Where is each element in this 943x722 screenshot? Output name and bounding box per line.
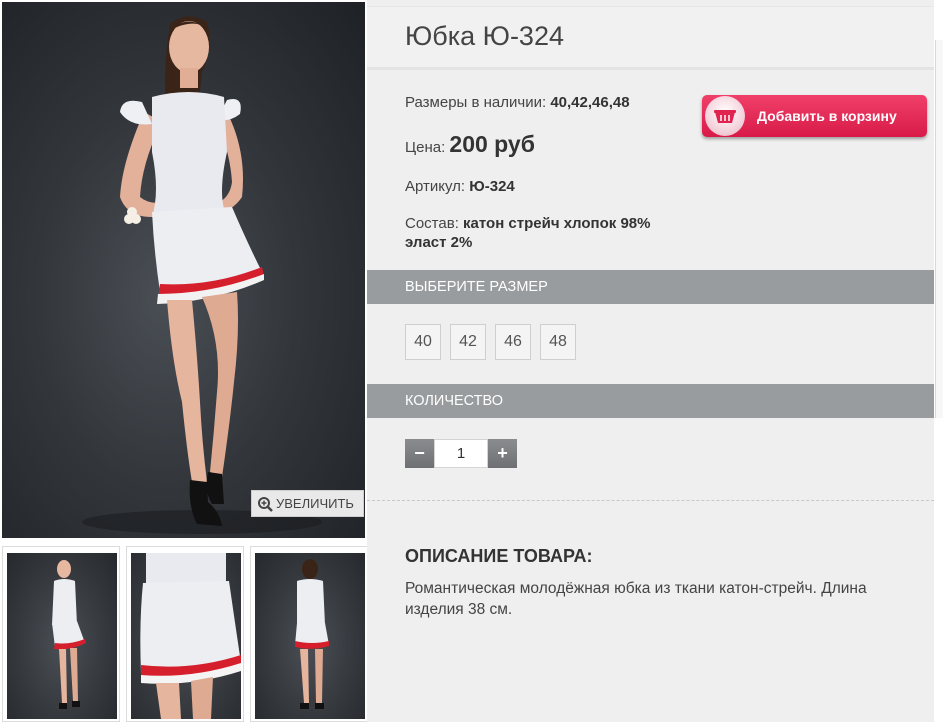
- price-label: Цена:: [405, 139, 446, 156]
- size-option-48[interactable]: 48: [540, 324, 576, 360]
- thumbnail-2-image: [140, 553, 241, 719]
- sku: Артикул: Ю-324: [405, 178, 515, 195]
- sizes-available: Размеры в наличии: 40,42,46,48: [405, 94, 630, 111]
- basket-icon: [705, 96, 745, 136]
- composition-label: Состав:: [405, 215, 459, 232]
- quantity-decrease-button[interactable]: −: [405, 439, 434, 468]
- thumbnail-strip: [2, 546, 368, 722]
- quantity-input[interactable]: [434, 439, 488, 468]
- product-info-panel: Юбка Ю-324 Размеры в наличии: 40,42,46,4…: [367, 0, 934, 722]
- sku-label: Артикул:: [405, 178, 466, 195]
- quantity-stepper: − +: [405, 439, 517, 468]
- size-option-46[interactable]: 46: [495, 324, 531, 360]
- size-option-40[interactable]: 40: [405, 324, 441, 360]
- main-product-photo[interactable]: УВЕЛИЧИТЬ: [2, 2, 365, 538]
- sizes-value: 40,42,46,48: [550, 94, 630, 111]
- add-to-cart-label: Добавить в корзину: [757, 108, 897, 124]
- composition-value-line2: эласт 2%: [405, 234, 473, 251]
- description-text: Романтическая молодёжная юбка из ткани к…: [405, 580, 867, 618]
- thumbnail-3-image: [295, 559, 329, 709]
- thumbnail-2[interactable]: [126, 546, 244, 722]
- quantity-increase-button[interactable]: +: [488, 439, 517, 468]
- thumbnail-1[interactable]: [2, 546, 120, 722]
- price: Цена: 200 руб: [405, 131, 535, 158]
- model-illustration: [82, 16, 322, 534]
- sizes-label: Размеры в наличии:: [405, 94, 547, 111]
- zoom-button[interactable]: УВЕЛИЧИТЬ: [251, 490, 364, 517]
- quantity-section-header: КОЛИЧЕСТВО: [367, 384, 934, 418]
- price-value: 200 руб: [449, 131, 535, 157]
- thumbnail-1-image: [52, 560, 86, 709]
- composition-value-line1: катон стрейч хлопок 98%: [463, 215, 651, 232]
- composition: Состав: катон стрейч хлопок 98% эласт 2%: [405, 214, 650, 252]
- size-option-42[interactable]: 42: [450, 324, 486, 360]
- add-to-cart-button[interactable]: Добавить в корзину: [702, 95, 927, 137]
- scrollbar[interactable]: [935, 40, 943, 418]
- title-bar: Юбка Ю-324: [367, 6, 934, 70]
- description-title: ОПИСАНИЕ ТОВАРА:: [405, 546, 593, 566]
- zoom-button-label: УВЕЛИЧИТЬ: [276, 496, 354, 511]
- sku-value: Ю-324: [469, 178, 515, 195]
- size-section-header: ВЫБЕРИТЕ РАЗМЕР: [367, 270, 934, 304]
- product-title: Юбка Ю-324: [405, 21, 564, 51]
- magnifier-plus-icon: [258, 496, 273, 512]
- divider: [367, 500, 934, 501]
- thumbnail-3[interactable]: [250, 546, 368, 722]
